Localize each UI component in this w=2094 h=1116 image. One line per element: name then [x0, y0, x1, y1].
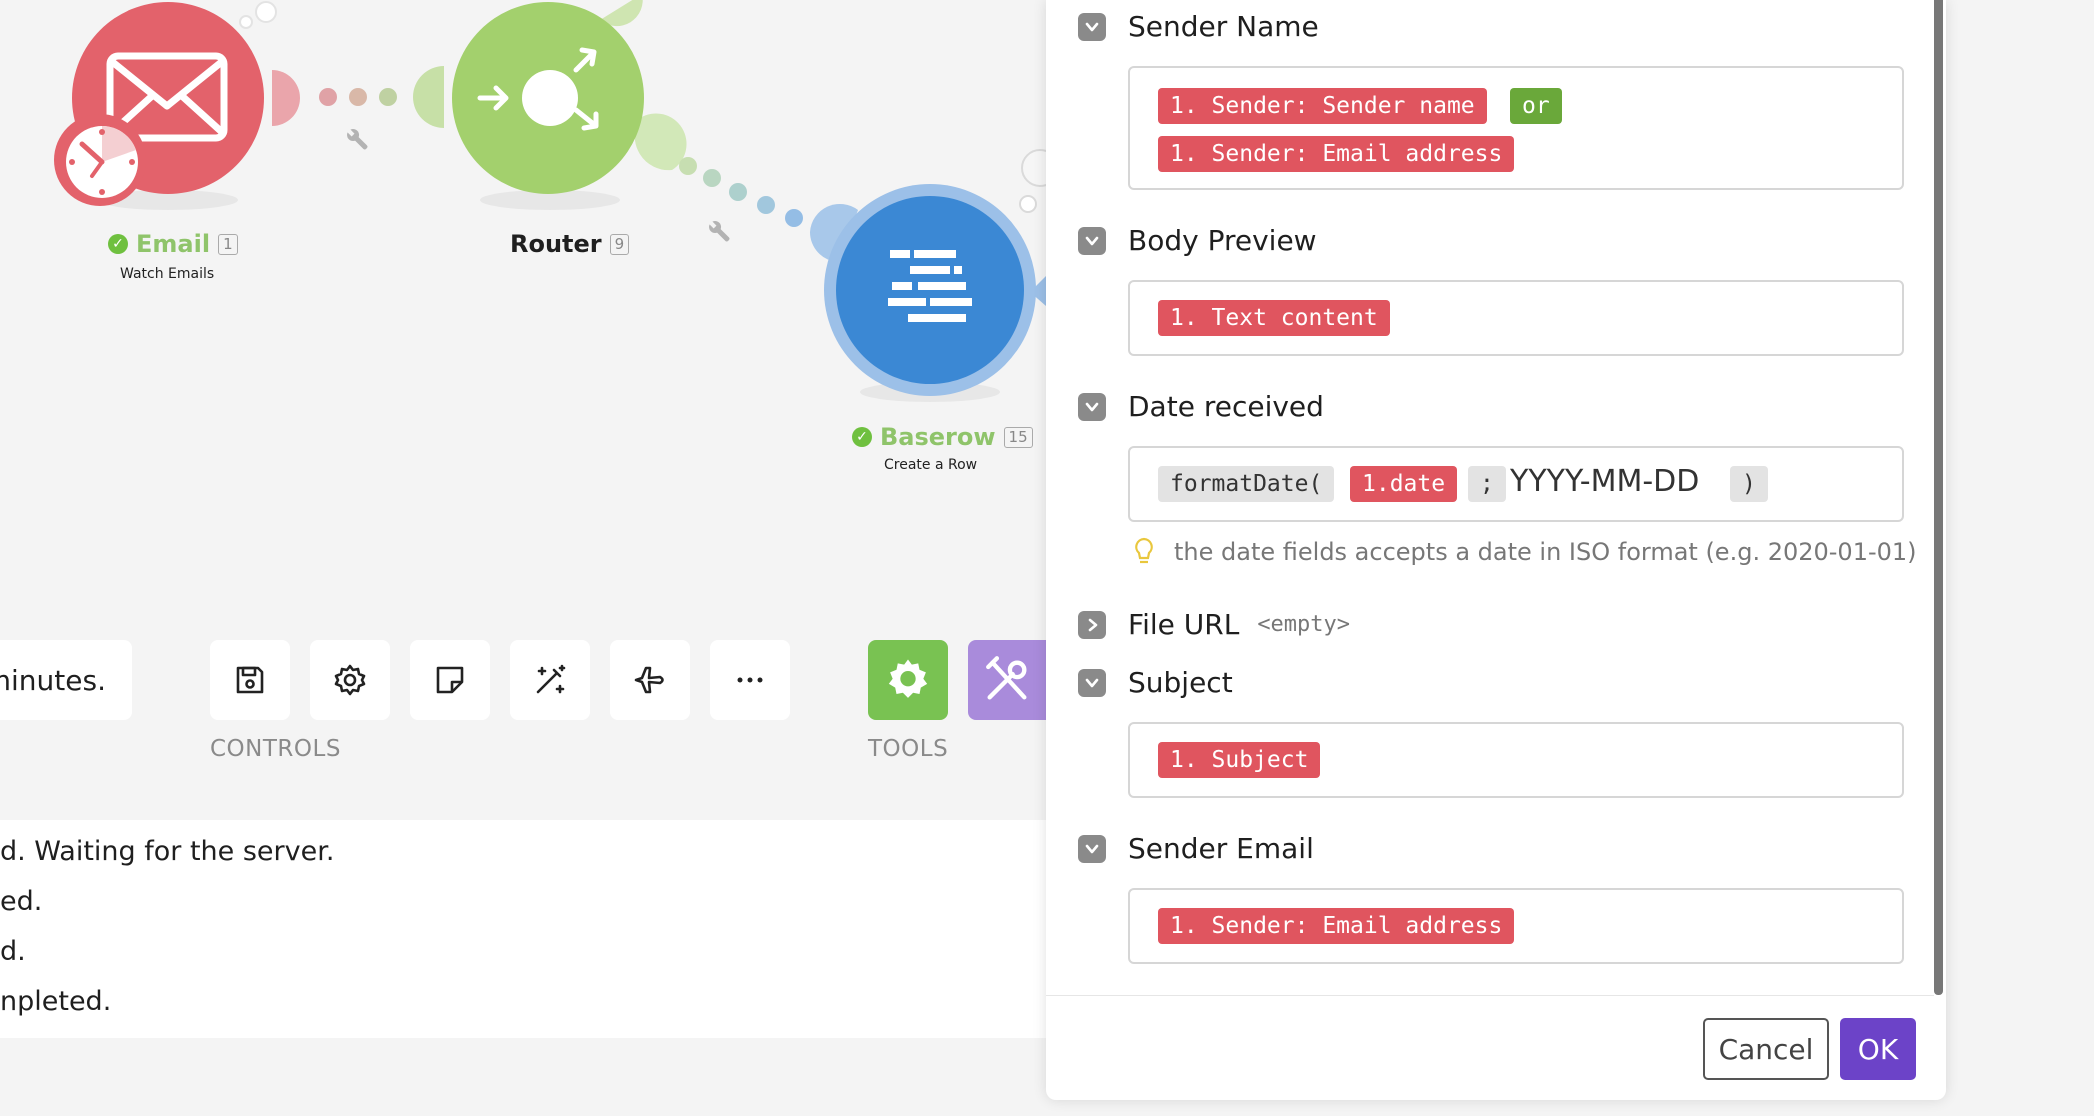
email-module-label: ✓ Email 1: [108, 230, 238, 258]
date-received-input[interactable]: formatDate( 1.date ; YYYY-MM-DD ): [1128, 446, 1904, 522]
subject-field-header: Subject: [1078, 666, 1233, 699]
log-line: ed.: [0, 886, 43, 917]
sender-email-input[interactable]: 1. Sender: Email address: [1128, 888, 1904, 964]
settings-icon: [334, 664, 366, 696]
sender-email-toggle[interactable]: [1078, 834, 1106, 863]
chevron-down-icon: [1085, 844, 1099, 853]
chevron-down-icon: [1085, 678, 1099, 687]
baserow-module[interactable]: [822, 182, 1038, 398]
panel-scrollbar[interactable]: [1934, 0, 1943, 995]
lightbulb-icon: [1135, 537, 1153, 564]
mapped-token[interactable]: 1. Sender: Email address: [1158, 136, 1515, 172]
cancel-button[interactable]: Cancel: [1703, 1018, 1829, 1080]
body-preview-input[interactable]: 1. Text content: [1128, 280, 1904, 356]
magic-wand-button[interactable]: [510, 640, 590, 720]
mapped-token[interactable]: 1. Text content: [1158, 300, 1390, 336]
field-label: Date received: [1128, 390, 1324, 423]
module-name: Baserow: [880, 423, 996, 451]
router-module-label: Router 9: [510, 230, 630, 258]
chevron-down-icon: [1085, 402, 1099, 411]
notes-button[interactable]: [410, 640, 490, 720]
subject-toggle[interactable]: [1078, 668, 1106, 697]
log-line: npleted.: [0, 986, 112, 1017]
body-preview-field-header: Body Preview: [1078, 224, 1317, 257]
more-icon: [737, 677, 763, 683]
status-message: minutes.: [0, 640, 132, 720]
mapped-token[interactable]: 1.date: [1350, 466, 1458, 502]
tools-label: TOOLS: [868, 736, 949, 762]
chevron-down-icon: [1085, 22, 1099, 31]
mapped-token[interactable]: 1. Sender: Email address: [1158, 908, 1515, 944]
file-url-toggle[interactable]: [1078, 610, 1106, 639]
module-id-badge: 9: [609, 233, 630, 255]
mapped-token[interactable]: 1. Sender: Sender name: [1158, 88, 1487, 124]
log-line: d. Waiting for the server.: [0, 836, 335, 867]
notes-icon: [436, 666, 464, 694]
sender-name-toggle[interactable]: [1078, 12, 1106, 41]
email-module-subtitle: Watch Emails: [120, 266, 215, 282]
schedule-clock-icon[interactable]: [52, 112, 148, 208]
sender-name-input[interactable]: 1. Sender: Sender name or 1. Sender: Ema…: [1128, 66, 1904, 190]
operator-token[interactable]: or: [1510, 88, 1562, 124]
baserow-module-subtitle: Create a Row: [884, 457, 978, 473]
save-button[interactable]: [210, 640, 290, 720]
router-module[interactable]: [452, 2, 648, 198]
ok-button[interactable]: OK: [1840, 1018, 1916, 1080]
function-open-token[interactable]: formatDate(: [1158, 466, 1335, 502]
route-wrench-icon-1[interactable]: [344, 126, 371, 153]
body-preview-toggle[interactable]: [1078, 226, 1106, 255]
log-line: d.: [0, 936, 26, 967]
sender-email-field-header: Sender Email: [1078, 832, 1314, 865]
file-url-field-header: File URL <empty>: [1078, 608, 1350, 641]
subject-input[interactable]: 1. Subject: [1128, 722, 1904, 798]
tools-wrench-button[interactable]: [968, 640, 1046, 720]
sender-name-field-header: Sender Name: [1078, 10, 1319, 43]
separator-token[interactable]: ;: [1468, 466, 1506, 502]
field-label: Subject: [1128, 666, 1233, 699]
module-name: Router: [510, 230, 602, 258]
check-icon: ✓: [108, 234, 128, 254]
settings-button[interactable]: [310, 640, 390, 720]
function-close-token[interactable]: ): [1730, 466, 1768, 502]
mapped-token[interactable]: 1. Subject: [1158, 742, 1321, 778]
execution-log: d. Waiting for the server. ed. d. nplete…: [0, 820, 1046, 1038]
module-id-badge: 1: [218, 233, 238, 255]
date-format-text[interactable]: YYYY-MM-DD: [1510, 464, 1699, 499]
footer-divider: [1046, 995, 1934, 996]
baserow-module-label: ✓ Baserow 15: [852, 423, 1033, 451]
date-received-field-header: Date received: [1078, 390, 1324, 423]
tools-gear-button[interactable]: [868, 640, 948, 720]
date-received-toggle[interactable]: [1078, 392, 1106, 421]
module-name: Email: [136, 230, 211, 258]
field-label: Sender Name: [1128, 10, 1319, 43]
chevron-down-icon: [1085, 236, 1099, 245]
router-hub-icon: [522, 70, 578, 126]
more-button[interactable]: [710, 640, 790, 720]
route-wrench-icon-2[interactable]: [706, 218, 733, 245]
airplane-button[interactable]: [610, 640, 690, 720]
field-label: File URL: [1128, 608, 1240, 641]
airplane-icon: [634, 666, 664, 694]
field-label: Body Preview: [1128, 224, 1317, 257]
save-icon: [236, 666, 264, 694]
controls-label: CONTROLS: [210, 736, 341, 762]
module-id-badge: 15: [1003, 426, 1033, 448]
field-label: Sender Email: [1128, 832, 1314, 865]
gear-icon: [888, 659, 928, 698]
check-icon: ✓: [852, 427, 872, 447]
chevron-right-icon: [1088, 618, 1098, 631]
scenario-canvas[interactable]: ✓ Email 1 Watch Emails Router 9 ✓ Basero…: [0, 0, 1046, 820]
tools-icon: [986, 656, 1027, 700]
magic-wand-icon: [536, 664, 566, 694]
empty-value: <empty>: [1257, 612, 1351, 637]
date-format-hint: the date fields accepts a date in ISO fo…: [1132, 536, 1917, 568]
